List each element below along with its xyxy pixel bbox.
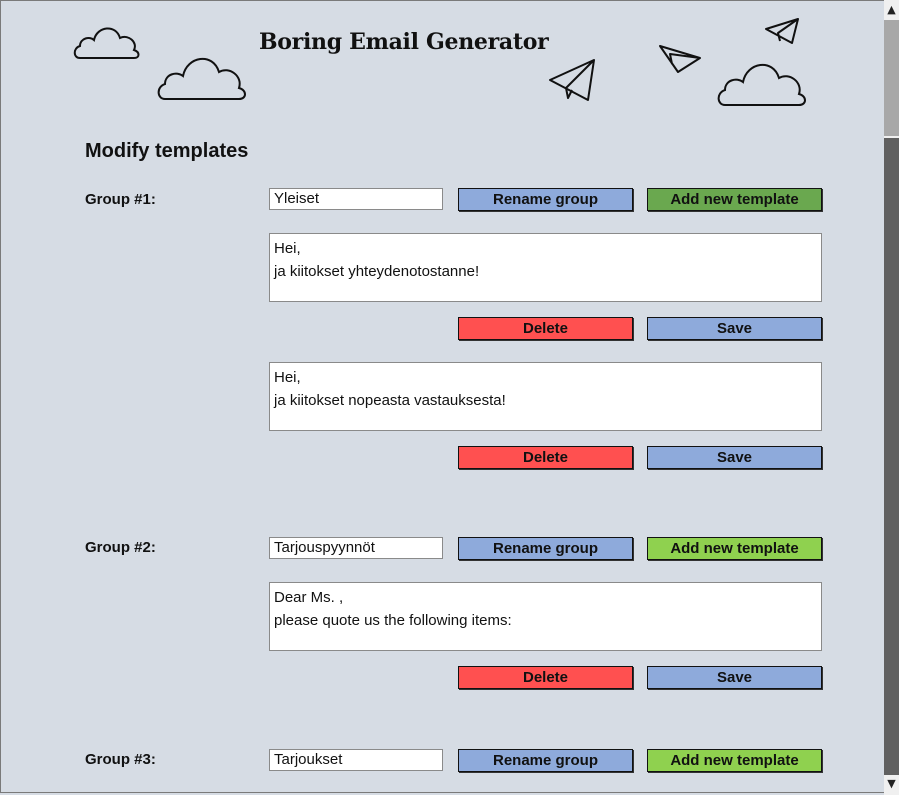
group-2-name-input[interactable]: Tarjouspyynnöt: [269, 537, 443, 559]
delete-button[interactable]: Delete: [458, 317, 633, 340]
scrollbar-track[interactable]: [884, 138, 899, 775]
paper-plane-icon: [659, 45, 701, 73]
template-text-area[interactable]: Dear Ms. , please quote us the following…: [269, 582, 822, 651]
save-button[interactable]: Save: [647, 317, 822, 340]
group-3-name-input[interactable]: Tarjoukset: [269, 749, 443, 771]
group-1-add-template-button[interactable]: Add new template: [647, 188, 822, 211]
delete-button[interactable]: Delete: [458, 446, 633, 469]
save-button[interactable]: Save: [647, 446, 822, 469]
scroll-up-arrow-icon[interactable]: ▲: [884, 1, 899, 19]
section-title: Modify templates: [85, 140, 249, 162]
template-text-area[interactable]: Hei, ja kiitokset nopeasta vastauksesta!: [269, 362, 822, 431]
cloud-icon: [717, 63, 806, 106]
group-1-name-input[interactable]: Yleiset: [269, 188, 443, 210]
group-1-label: Group #1:: [85, 191, 156, 208]
delete-button[interactable]: Delete: [458, 666, 633, 689]
group-2-add-template-button[interactable]: Add new template: [647, 537, 822, 560]
group-1-rename-button[interactable]: Rename group: [458, 188, 633, 211]
cloud-icon: [157, 57, 246, 100]
scroll-down-arrow-icon[interactable]: ▼: [884, 775, 899, 793]
group-2-rename-button[interactable]: Rename group: [458, 537, 633, 560]
group-3-add-template-button[interactable]: Add new template: [647, 749, 822, 772]
group-3-label: Group #3:: [85, 751, 156, 768]
group-2-label: Group #2:: [85, 539, 156, 556]
cloud-icon: [73, 27, 140, 59]
template-text-area[interactable]: Hei, ja kiitokset yhteydenotostanne!: [269, 233, 822, 302]
scrollbar-thumb[interactable]: [884, 20, 899, 136]
paper-plane-icon: [549, 59, 595, 101]
save-button[interactable]: Save: [647, 666, 822, 689]
group-3-rename-button[interactable]: Rename group: [458, 749, 633, 772]
app-title: Boring Email Generator: [259, 29, 549, 55]
paper-plane-icon: [765, 18, 799, 44]
